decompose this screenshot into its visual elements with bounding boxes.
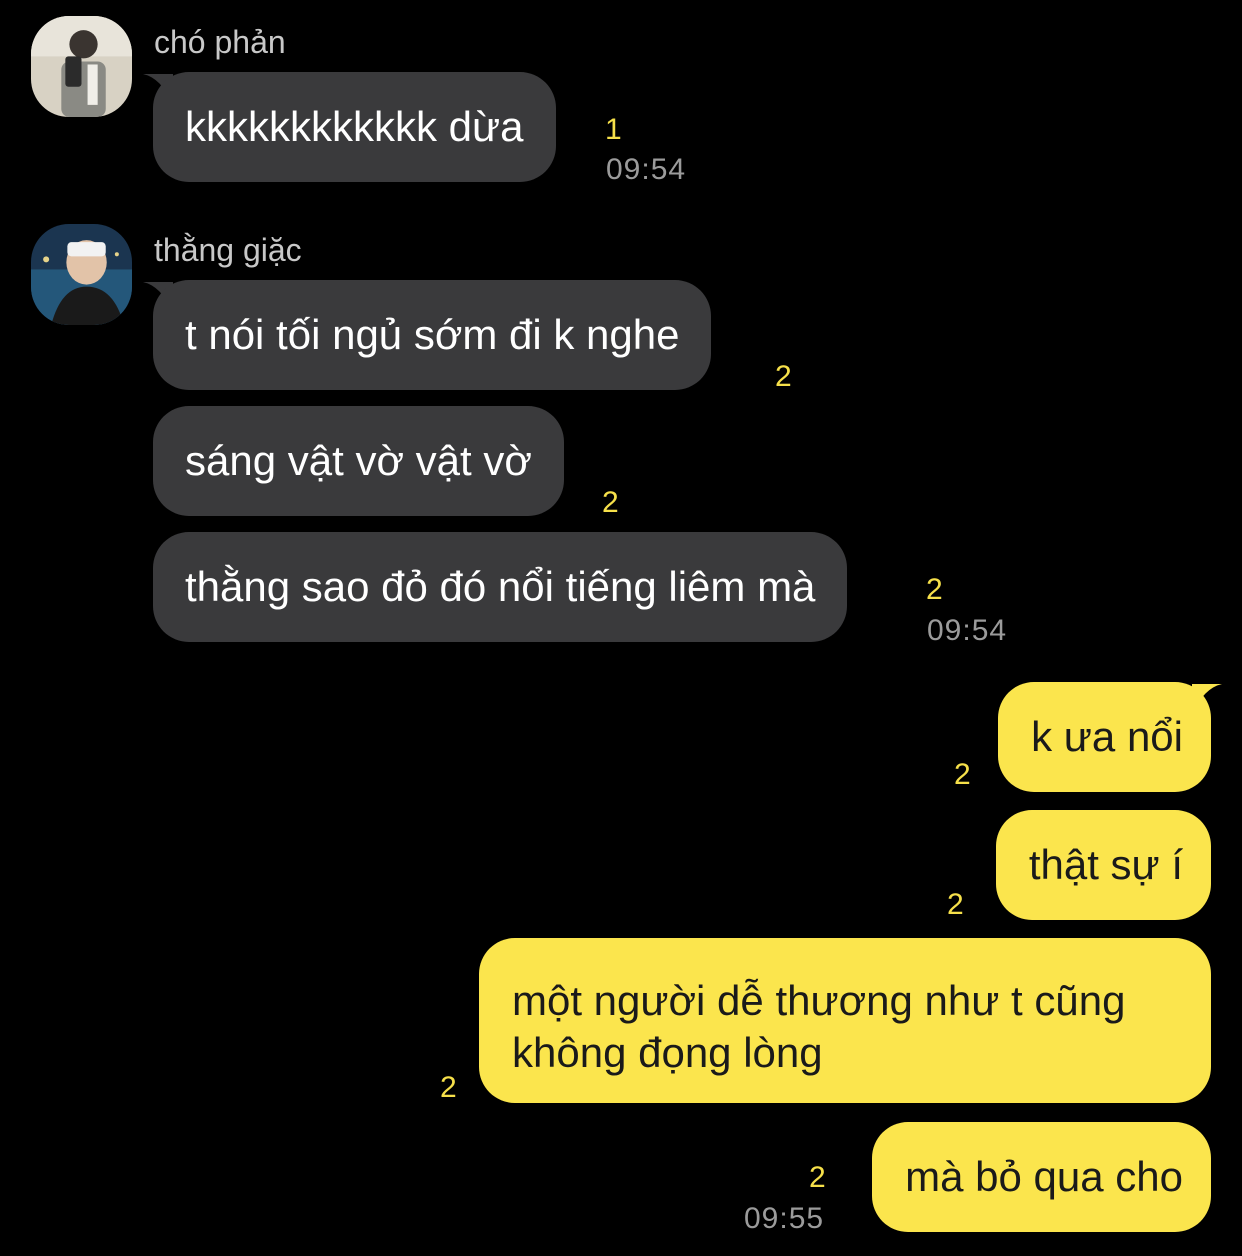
message-timestamp: 09:54 bbox=[606, 153, 687, 186]
unread-count: 2 bbox=[602, 486, 619, 519]
message-bubble[interactable]: k ưa nổi bbox=[998, 682, 1211, 792]
unread-count: 2 bbox=[809, 1161, 826, 1194]
unread-count: 2 bbox=[775, 360, 792, 393]
message-bubble[interactable]: mà bỏ qua cho bbox=[872, 1122, 1211, 1232]
avatar-thang-giac[interactable] bbox=[31, 224, 132, 325]
unread-count: 2 bbox=[947, 888, 964, 921]
avatar-photo-icon bbox=[31, 224, 132, 325]
message-bubble[interactable]: sáng vật vờ vật vờ bbox=[153, 406, 564, 516]
message-bubble[interactable]: thật sự í bbox=[995, 810, 1211, 920]
message-timestamp: 09:54 bbox=[927, 614, 1008, 647]
sender-name: thằng giặc bbox=[154, 232, 302, 268]
avatar-cho-phan[interactable] bbox=[31, 16, 132, 117]
message-bubble[interactable]: kkkkkkkkkkkk dừa bbox=[153, 72, 556, 182]
unread-count: 2 bbox=[926, 573, 943, 606]
sender-name: chó phản bbox=[154, 24, 286, 60]
message-timestamp: 09:55 bbox=[744, 1202, 825, 1235]
message-bubble[interactable]: một người dễ thương như t cũng không đọn… bbox=[479, 938, 1211, 1103]
unread-count: 2 bbox=[954, 758, 971, 791]
avatar-photo-icon bbox=[31, 16, 132, 117]
unread-count: 2 bbox=[440, 1071, 457, 1104]
message-bubble[interactable]: thằng sao đỏ đó nổi tiếng liêm mà bbox=[153, 532, 848, 642]
unread-count: 1 bbox=[605, 113, 622, 146]
message-bubble[interactable]: t nói tối ngủ sớm đi k nghe bbox=[153, 280, 712, 390]
